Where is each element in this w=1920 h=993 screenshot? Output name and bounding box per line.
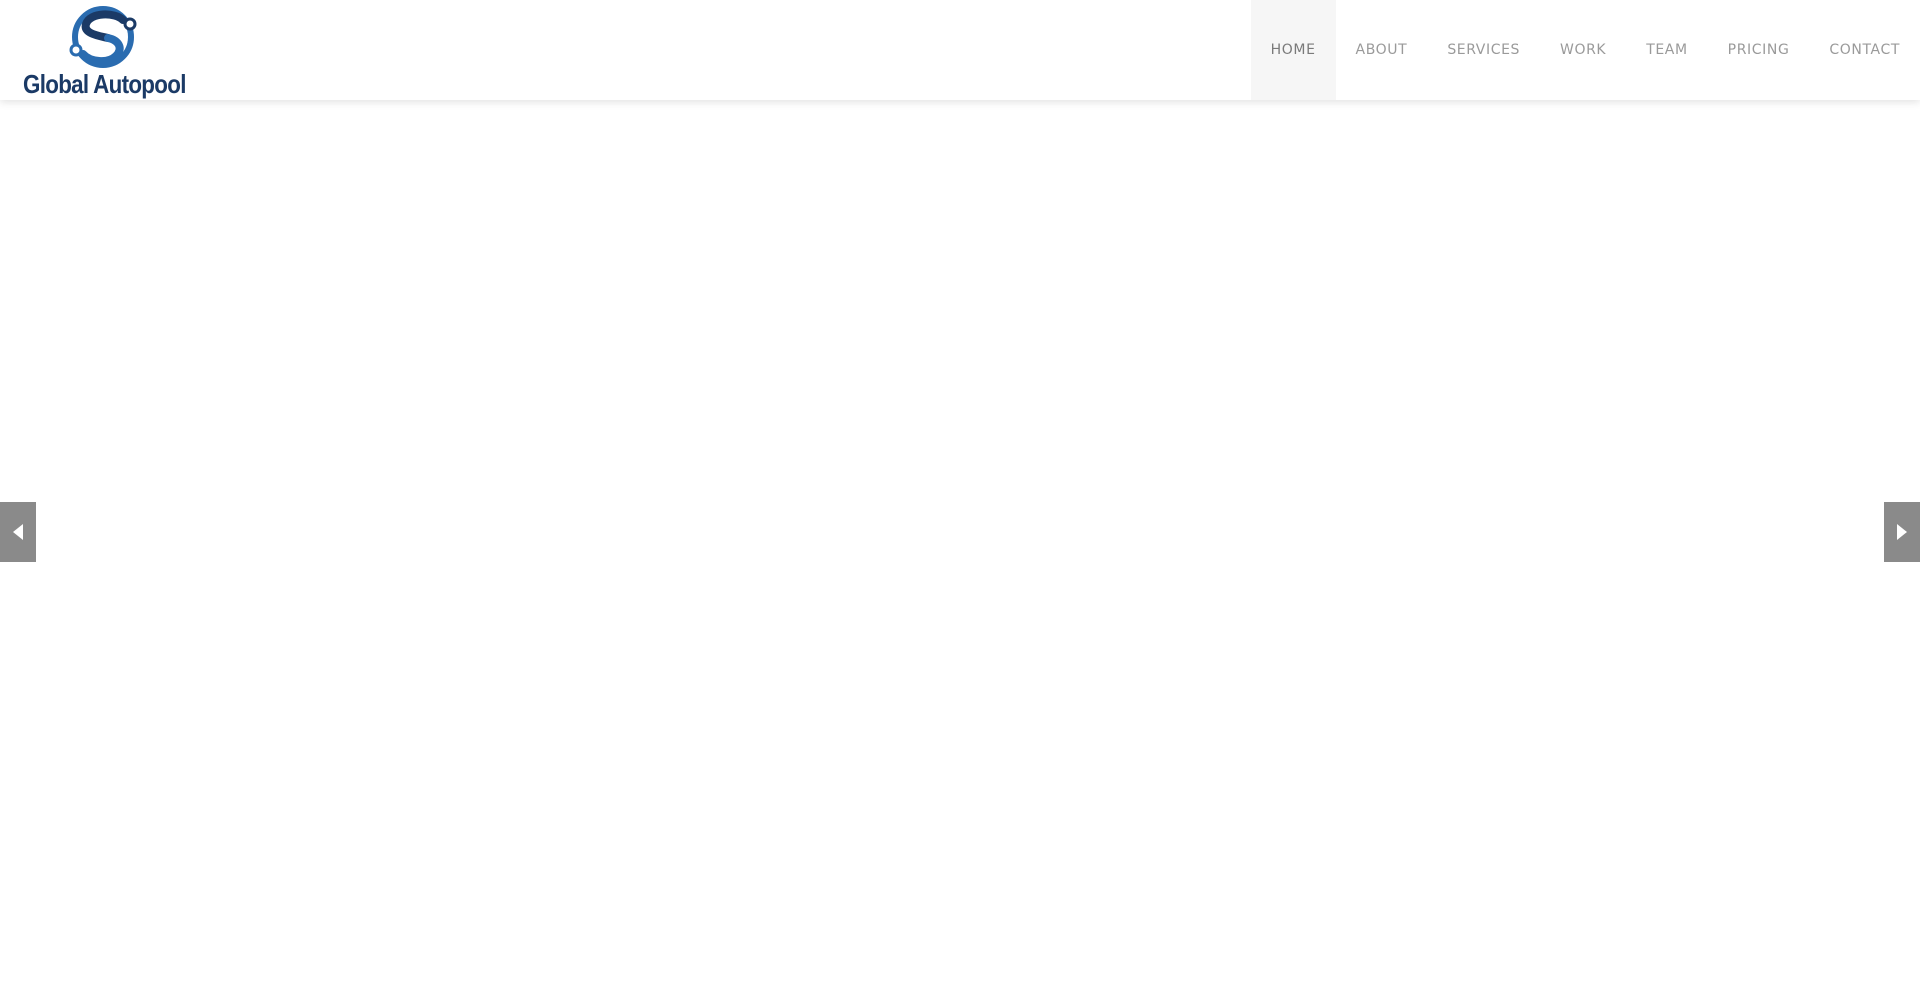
brand-name: Global Autopool [23, 69, 186, 99]
brand-logo-link[interactable]: Global Autopool [20, 6, 196, 100]
main-nav: HOME ABOUT SERVICES WORK TEAM PRICING CO… [1250, 0, 1920, 100]
nav-item-pricing[interactable]: PRICING [1708, 0, 1810, 100]
slider-next-button[interactable] [1884, 502, 1920, 562]
nav-item-work[interactable]: WORK [1540, 0, 1626, 100]
hero-slider [0, 100, 1920, 993]
nav-item-services[interactable]: SERVICES [1427, 0, 1540, 100]
gear-s-logo-icon [69, 6, 137, 68]
nav-item-contact[interactable]: CONTACT [1809, 0, 1920, 100]
nav-item-home[interactable]: HOME [1250, 0, 1336, 100]
nav-item-team[interactable]: TEAM [1626, 0, 1707, 100]
triangle-left-icon [13, 524, 23, 540]
triangle-right-icon [1897, 524, 1907, 540]
site-header: Global Autopool HOME ABOUT SERVICES WORK… [0, 0, 1920, 100]
slider-prev-button[interactable] [0, 502, 36, 562]
nav-item-about[interactable]: ABOUT [1336, 0, 1428, 100]
